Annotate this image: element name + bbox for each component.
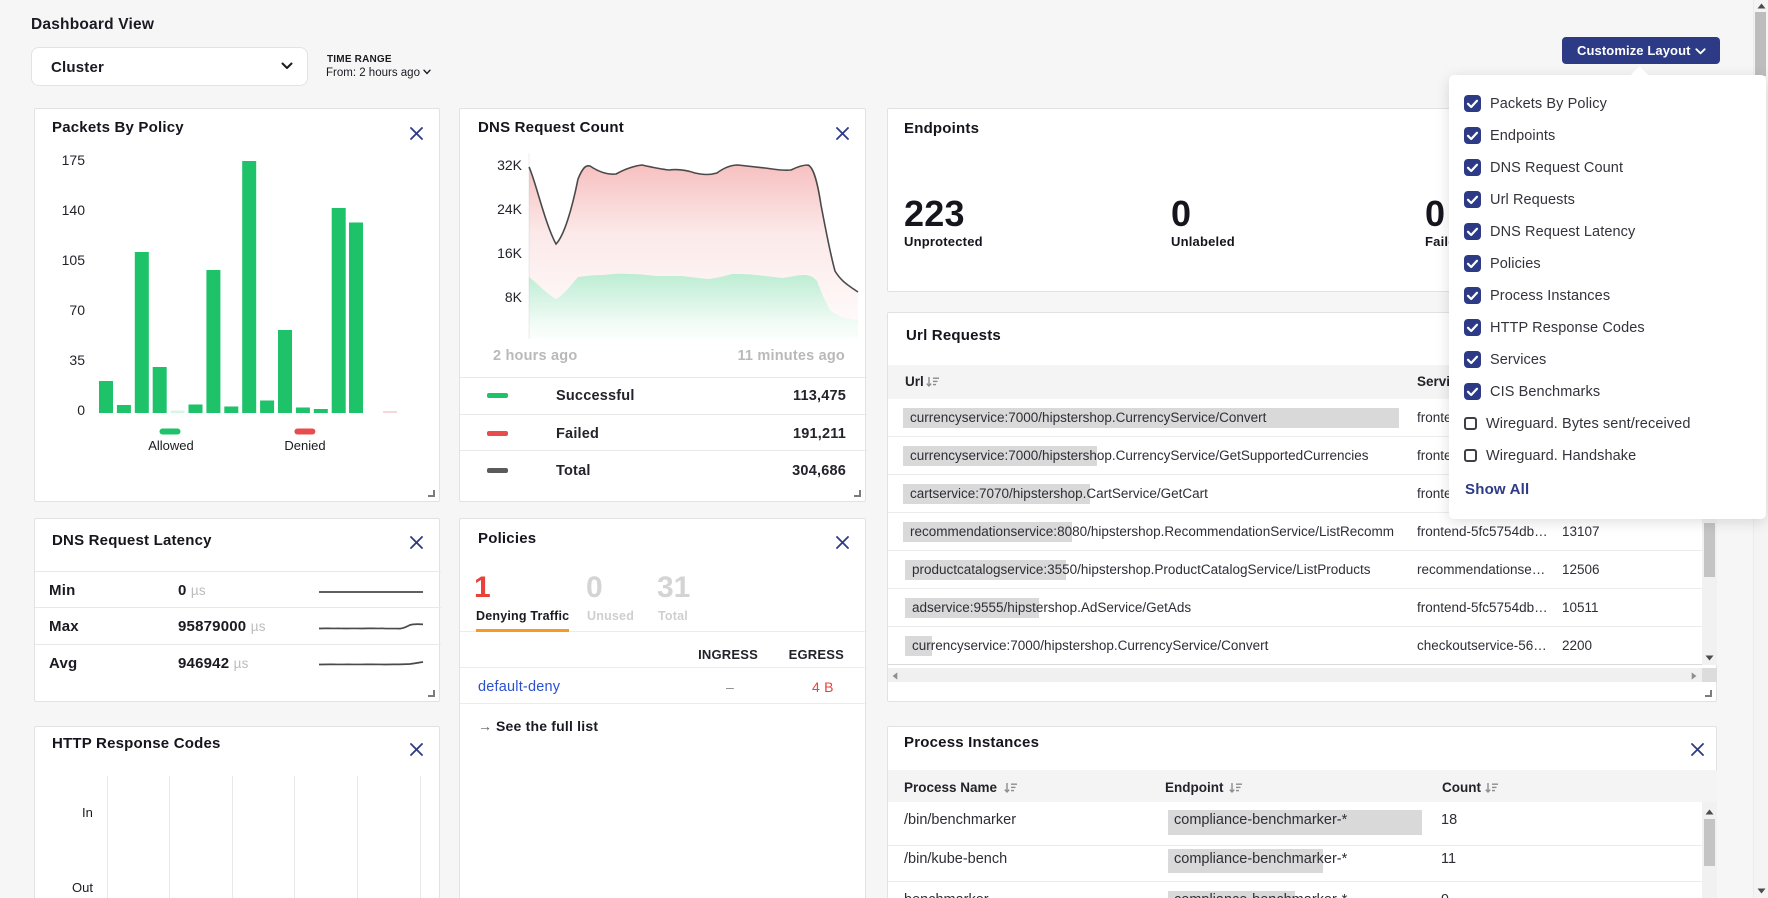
svg-text:0: 0 bbox=[77, 402, 85, 418]
svg-text:Allowed: Allowed bbox=[148, 438, 194, 453]
svg-text:35: 35 bbox=[69, 352, 85, 368]
svg-text:16K: 16K bbox=[497, 245, 523, 261]
svg-text:175: 175 bbox=[62, 152, 86, 168]
svg-text:2 hours ago: 2 hours ago bbox=[493, 348, 577, 364]
svg-text:24K: 24K bbox=[497, 201, 523, 217]
svg-text:140: 140 bbox=[62, 202, 86, 218]
svg-text:Denied: Denied bbox=[284, 438, 325, 453]
svg-text:32K: 32K bbox=[497, 157, 523, 173]
svg-text:70: 70 bbox=[69, 302, 85, 318]
svg-text:11 minutes ago: 11 minutes ago bbox=[737, 348, 845, 364]
svg-text:105: 105 bbox=[62, 252, 86, 268]
svg-text:8K: 8K bbox=[505, 289, 523, 305]
